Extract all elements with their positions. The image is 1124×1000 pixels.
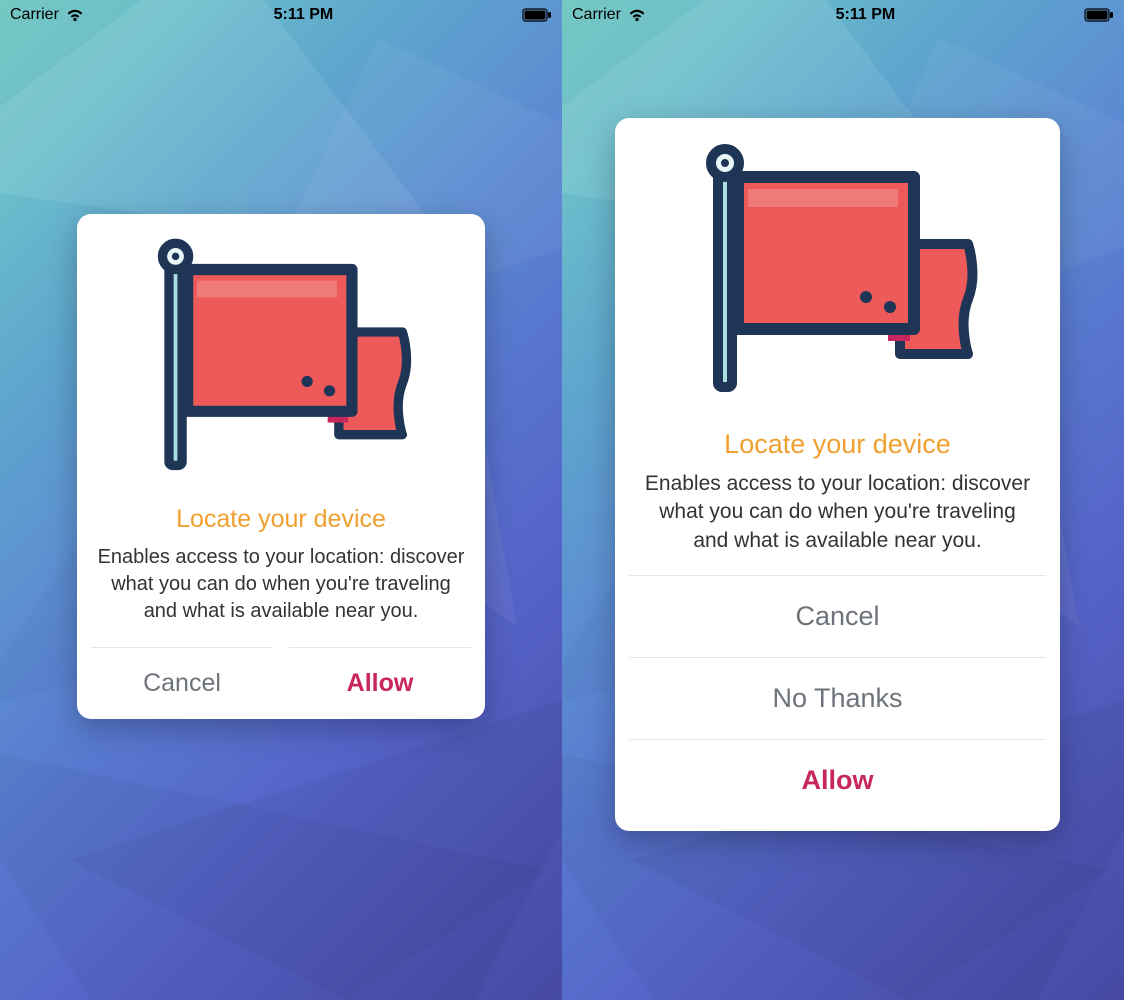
cancel-button-label: Cancel	[795, 601, 879, 632]
allow-button[interactable]: Allow	[289, 647, 471, 719]
cancel-button-label: Cancel	[143, 669, 221, 698]
dialog-button-column: Cancel No Thanks Allow	[615, 575, 1060, 831]
battery-icon	[522, 8, 552, 22]
status-bar: Carrier 5:11 PM	[562, 0, 1124, 30]
carrier-label: Carrier	[572, 6, 621, 24]
flag-icon	[141, 230, 421, 495]
allow-button-label: Allow	[802, 765, 874, 796]
wifi-icon	[627, 8, 647, 22]
permission-dialog: Locate your device Enables access to you…	[615, 118, 1060, 831]
dialog-body: Enables access to your location: discove…	[615, 470, 1060, 575]
cancel-button[interactable]: Cancel	[91, 647, 273, 719]
wifi-icon	[65, 8, 85, 22]
dialog-button-row: Cancel Allow	[77, 647, 485, 719]
allow-button[interactable]: Allow	[629, 739, 1046, 821]
dialog-title: Locate your device	[724, 429, 951, 460]
flag-icon	[688, 134, 988, 419]
clock-label: 5:11 PM	[274, 6, 334, 24]
cancel-button[interactable]: Cancel	[629, 575, 1046, 657]
battery-icon	[1084, 8, 1114, 22]
no-thanks-button[interactable]: No Thanks	[629, 657, 1046, 739]
no-thanks-button-label: No Thanks	[772, 683, 902, 714]
status-bar: Carrier 5:11 PM	[0, 0, 562, 30]
clock-label: 5:11 PM	[836, 6, 896, 24]
phone-screen-left: Carrier 5:11 PM Locate your device Enabl…	[0, 0, 562, 1000]
carrier-label: Carrier	[10, 6, 59, 24]
dialog-title: Locate your device	[176, 505, 386, 534]
allow-button-label: Allow	[347, 669, 414, 698]
permission-dialog: Locate your device Enables access to you…	[77, 214, 485, 719]
dialog-body: Enables access to your location: discove…	[77, 544, 485, 647]
